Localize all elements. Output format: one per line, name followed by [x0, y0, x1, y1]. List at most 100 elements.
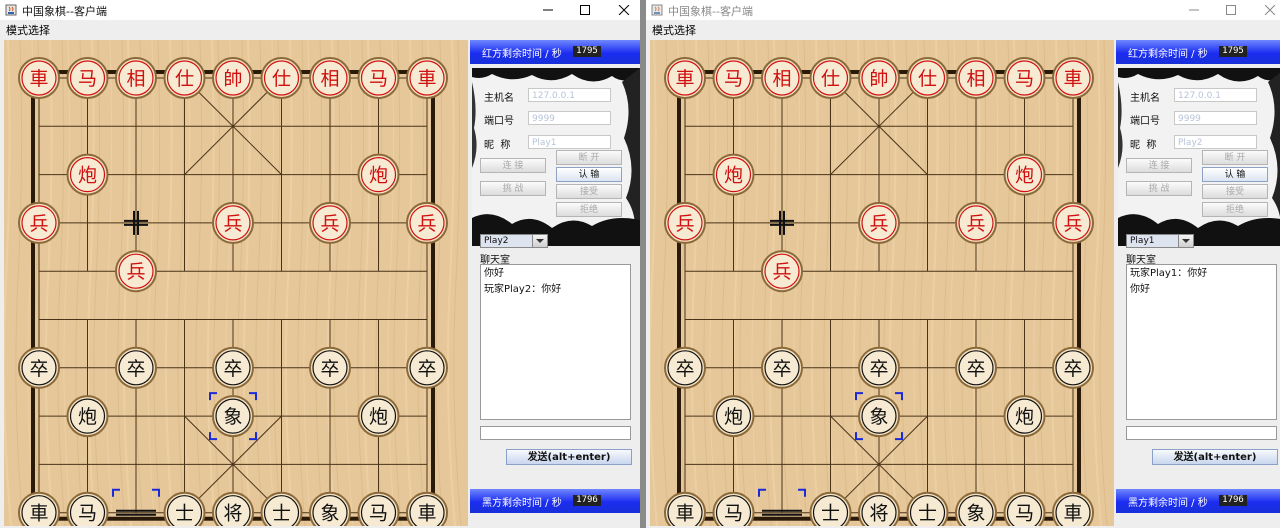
red-piece[interactable]: 車	[18, 57, 60, 99]
chess-board[interactable]: 車马相仕帥仕相马車炮炮兵兵兵兵兵卒卒卒卒卒炮象炮車马士将士象马車	[650, 40, 1114, 526]
red-piece[interactable]: 帥	[858, 57, 900, 99]
title-bar[interactable]: 中国象棋--客户端	[646, 0, 1280, 20]
challenge-button[interactable]: 挑 战	[1126, 181, 1192, 196]
black-piece[interactable]: 炮	[66, 395, 109, 438]
red-piece[interactable]: 兵	[1052, 201, 1094, 244]
black-piece[interactable]: 马	[357, 491, 400, 526]
send-button[interactable]: 发送(alt+enter)	[506, 449, 632, 465]
host-input[interactable]: 127.0.0.1	[1174, 88, 1257, 102]
challenge-button[interactable]: 挑 战	[480, 181, 546, 196]
black-piece[interactable]: 炮	[357, 395, 400, 438]
close-button[interactable]	[1250, 0, 1280, 20]
red-piece[interactable]: 马	[1003, 57, 1046, 99]
black-piece[interactable]: 卒	[1052, 346, 1094, 389]
black-piece[interactable]: 象	[212, 395, 254, 438]
black-piece[interactable]: 士	[906, 491, 949, 526]
black-piece[interactable]: 象	[309, 491, 351, 526]
message-input[interactable]	[480, 426, 631, 440]
red-piece[interactable]: 兵	[955, 201, 997, 244]
menu-mode-select[interactable]: 模式选择	[652, 22, 696, 38]
connect-button[interactable]: 连 接	[480, 158, 546, 173]
red-piece[interactable]: 車	[1052, 57, 1094, 99]
black-piece[interactable]: 士	[809, 491, 852, 526]
black-piece[interactable]: 将	[858, 491, 900, 526]
red-piece[interactable]: 相	[761, 57, 803, 99]
disconnect-button[interactable]: 断 开	[556, 150, 622, 165]
opponent-select[interactable]: Play1	[1126, 234, 1194, 248]
chat-log[interactable]: 玩家Play1：你好 你好	[1126, 264, 1277, 420]
red-piece[interactable]: 仕	[163, 57, 206, 99]
black-piece[interactable]: 卒	[858, 346, 900, 389]
red-piece[interactable]: 兵	[309, 201, 351, 244]
black-piece[interactable]: 卒	[955, 346, 997, 389]
red-piece[interactable]: 炮	[66, 153, 109, 196]
opponent-select[interactable]: Play2	[480, 234, 548, 248]
black-piece[interactable]: 卒	[309, 346, 351, 389]
maximize-button[interactable]	[1211, 0, 1251, 20]
red-piece[interactable]: 帥	[212, 57, 254, 99]
accept-button[interactable]: 接受	[1202, 184, 1268, 199]
black-piece[interactable]: 卒	[406, 346, 448, 389]
red-piece[interactable]: 相	[955, 57, 997, 99]
black-piece[interactable]: 马	[66, 491, 109, 526]
red-piece[interactable]: 兵	[18, 201, 60, 244]
maximize-button[interactable]	[565, 0, 605, 20]
black-piece[interactable]: 車	[18, 491, 60, 526]
red-piece[interactable]: 車	[664, 57, 706, 99]
port-input[interactable]: 9999	[1174, 111, 1257, 125]
close-button[interactable]	[604, 0, 640, 20]
black-piece[interactable]: 車	[406, 491, 448, 526]
black-piece[interactable]: 卒	[761, 346, 803, 389]
black-piece[interactable]: 車	[1052, 491, 1094, 526]
red-piece[interactable]: 兵	[115, 250, 157, 293]
resign-button[interactable]: 认 输	[556, 167, 622, 182]
minimize-button[interactable]	[528, 0, 568, 20]
disconnect-button[interactable]: 断 开	[1202, 150, 1268, 165]
accept-button[interactable]: 接受	[556, 184, 622, 199]
red-piece[interactable]: 兵	[858, 201, 900, 244]
message-input[interactable]	[1126, 426, 1277, 440]
black-piece[interactable]: 炮	[1003, 395, 1046, 438]
connect-button[interactable]: 连 接	[1126, 158, 1192, 173]
red-piece[interactable]: 車	[406, 57, 448, 99]
black-piece[interactable]: 马	[712, 491, 755, 526]
black-piece[interactable]: 車	[664, 491, 706, 526]
red-piece[interactable]: 仕	[260, 57, 303, 99]
red-piece[interactable]: 兵	[212, 201, 254, 244]
nickname-input[interactable]: Play1	[528, 135, 611, 149]
red-piece[interactable]: 炮	[712, 153, 755, 196]
red-piece[interactable]: 兵	[406, 201, 448, 244]
black-piece[interactable]: 象	[955, 491, 997, 526]
black-piece[interactable]: 卒	[664, 346, 706, 389]
black-piece[interactable]: 卒	[115, 346, 157, 389]
black-piece[interactable]: 卒	[212, 346, 254, 389]
black-piece[interactable]: 象	[858, 395, 900, 438]
black-piece[interactable]: 炮	[712, 395, 755, 438]
red-piece[interactable]: 马	[712, 57, 755, 99]
black-piece[interactable]: 马	[1003, 491, 1046, 526]
minimize-button[interactable]	[1174, 0, 1214, 20]
host-input[interactable]: 127.0.0.1	[528, 88, 611, 102]
black-piece[interactable]: 卒	[18, 346, 60, 389]
black-piece[interactable]: 士	[260, 491, 303, 526]
dropdown-arrow-icon[interactable]	[532, 235, 547, 247]
red-piece[interactable]: 仕	[809, 57, 852, 99]
black-piece[interactable]: 士	[163, 491, 206, 526]
chess-board[interactable]: 車马相仕帥仕相马車炮炮兵兵兵兵兵卒卒卒卒卒炮象炮車马士将士象马車	[4, 40, 468, 526]
red-piece[interactable]: 相	[115, 57, 157, 99]
title-bar[interactable]: 中国象棋--客户端	[0, 0, 640, 20]
red-piece[interactable]: 兵	[664, 201, 706, 244]
reject-button[interactable]: 拒绝	[556, 202, 622, 217]
port-input[interactable]: 9999	[528, 111, 611, 125]
red-piece[interactable]: 马	[357, 57, 400, 99]
red-piece[interactable]: 炮	[357, 153, 400, 196]
reject-button[interactable]: 拒绝	[1202, 202, 1268, 217]
red-piece[interactable]: 炮	[1003, 153, 1046, 196]
red-piece[interactable]: 仕	[906, 57, 949, 99]
resign-button[interactable]: 认 输	[1202, 167, 1268, 182]
red-piece[interactable]: 兵	[761, 250, 803, 293]
chat-log[interactable]: 你好 玩家Play2：你好	[480, 264, 631, 420]
menu-mode-select[interactable]: 模式选择	[6, 22, 50, 38]
red-piece[interactable]: 相	[309, 57, 351, 99]
dropdown-arrow-icon[interactable]	[1178, 235, 1193, 247]
